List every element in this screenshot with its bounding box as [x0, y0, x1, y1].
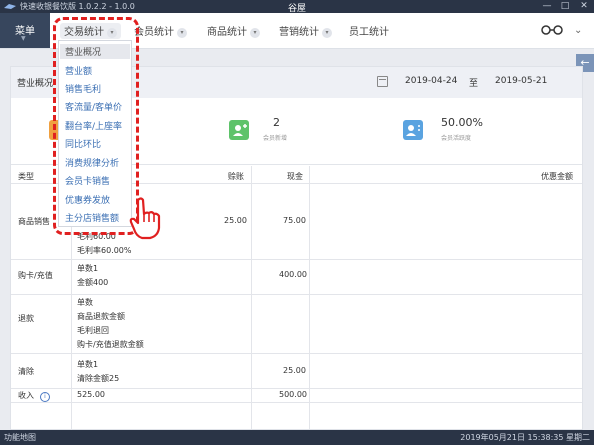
row-detail: 单数1: [77, 264, 99, 273]
row-type: 收入 i: [18, 390, 50, 402]
row-credit: 25.00: [224, 216, 247, 225]
new-members-value: 2: [273, 116, 280, 129]
add-member-icon: [229, 120, 249, 140]
divider: [11, 353, 582, 354]
date-to-label: 至: [469, 79, 479, 89]
glasses-icon[interactable]: [540, 24, 564, 36]
row-type: 退款: [18, 314, 34, 323]
nav-member-stats[interactable]: 会员统计 ▾: [134, 23, 187, 39]
annotation-highlight: [53, 17, 139, 235]
datetime-display: 2019年05月21日 15:38:35 星期二: [460, 433, 590, 442]
row-type: 清除: [18, 367, 34, 376]
row-detail: 商品退款金额: [77, 312, 125, 321]
nav-staff-stats[interactable]: 员工统计: [349, 23, 389, 39]
divider: [309, 166, 310, 429]
member-activity-icon: [403, 120, 423, 140]
chevron-down-icon: ▾: [322, 28, 332, 38]
status-bar: 功能地图 2019年05月21日 15:38:35 星期二: [0, 430, 594, 445]
divider: [11, 402, 582, 403]
close-button[interactable]: ✕: [575, 0, 593, 13]
row-detail: 毛利退回: [77, 326, 109, 335]
maximize-button[interactable]: □: [556, 0, 574, 13]
title-bar: 快速收银餐饮版 1.0.2.2 - 1.0.0 谷屋 — □ ✕: [0, 0, 594, 14]
row-detail: 毛利率60.00%: [77, 246, 132, 255]
row-cash: 75.00: [283, 216, 306, 225]
row-detail: 清除金额25: [77, 374, 120, 383]
col-discount-header: 优惠金额: [541, 172, 573, 181]
chevron-down-icon: ▾: [250, 28, 260, 38]
row-cash: 400.00: [279, 270, 307, 279]
col-type-header: 类型: [18, 172, 34, 181]
col-cash-header: 现金: [287, 172, 303, 181]
row-type: 购卡/充值: [18, 271, 53, 280]
row-detail: 单数: [77, 298, 93, 307]
minimize-button[interactable]: —: [538, 0, 556, 13]
date-to[interactable]: 2019-05-21: [495, 76, 547, 86]
date-from[interactable]: 2019-04-24: [405, 76, 457, 86]
col-credit-header: 赊账: [228, 172, 244, 181]
row-type: 商品销售: [18, 217, 50, 226]
row-cash: 25.00: [283, 366, 306, 375]
row-detail: 购卡/充值退款金额: [77, 340, 144, 349]
nav-marketing-stats[interactable]: 营销统计 ▾: [279, 23, 332, 39]
chevron-down-icon[interactable]: ⌄: [574, 25, 582, 36]
row-detail: 单数1: [77, 360, 99, 369]
menu-button[interactable]: 菜单 ▼: [0, 13, 50, 48]
member-activity-value: 50.00%: [441, 116, 483, 129]
divider: [251, 166, 252, 429]
nav-product-stats[interactable]: 商品统计 ▾: [207, 23, 260, 39]
chevron-down-icon: ▾: [177, 28, 187, 38]
row-detail: 525.00: [77, 390, 105, 399]
info-icon[interactable]: i: [40, 392, 50, 402]
pointing-hand-icon: [129, 197, 161, 240]
divider: [11, 259, 582, 260]
divider: [11, 294, 582, 295]
row-cash: 500.00: [279, 390, 307, 399]
section-title: 营业概况: [17, 79, 54, 89]
row-detail: 金额400: [77, 278, 109, 287]
calendar-icon[interactable]: [377, 76, 388, 87]
divider: [11, 388, 582, 389]
new-members-label: 会员新增: [263, 135, 288, 142]
member-activity-label: 会员活跃度: [441, 135, 472, 142]
chevron-down-icon: ▼: [21, 35, 26, 42]
function-map-link[interactable]: 功能地图: [4, 432, 36, 443]
